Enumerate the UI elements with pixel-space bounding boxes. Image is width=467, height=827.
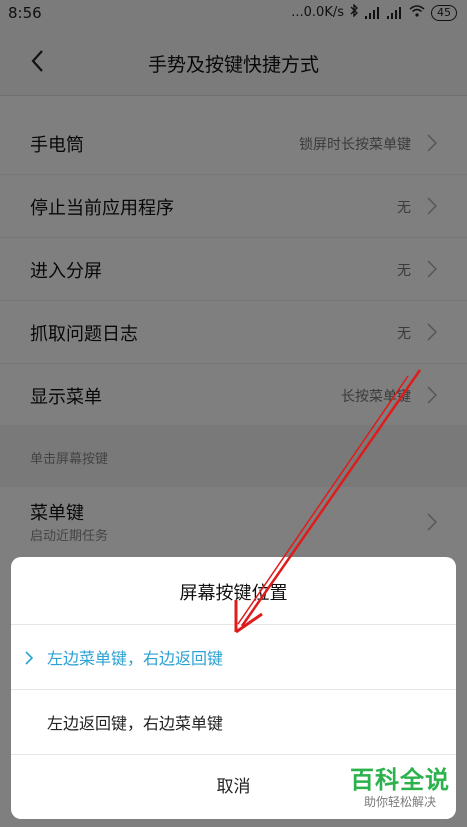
- option-menu-left[interactable]: 左边菜单键，右边返回键: [11, 625, 456, 689]
- selected-chevron-icon: [25, 650, 34, 665]
- option-label: 左边返回键，右边菜单键: [47, 714, 224, 733]
- watermark-logo: 百科全说 助你轻松解决: [345, 766, 455, 810]
- option-label: 左边菜单键，右边返回键: [47, 649, 224, 668]
- option-back-left[interactable]: 左边返回键，右边菜单键: [11, 690, 456, 754]
- watermark-title: 百科全说: [350, 766, 450, 794]
- dialog-title: 屏幕按键位置: [179, 583, 288, 604]
- watermark-subtitle: 助你轻松解决: [363, 795, 436, 809]
